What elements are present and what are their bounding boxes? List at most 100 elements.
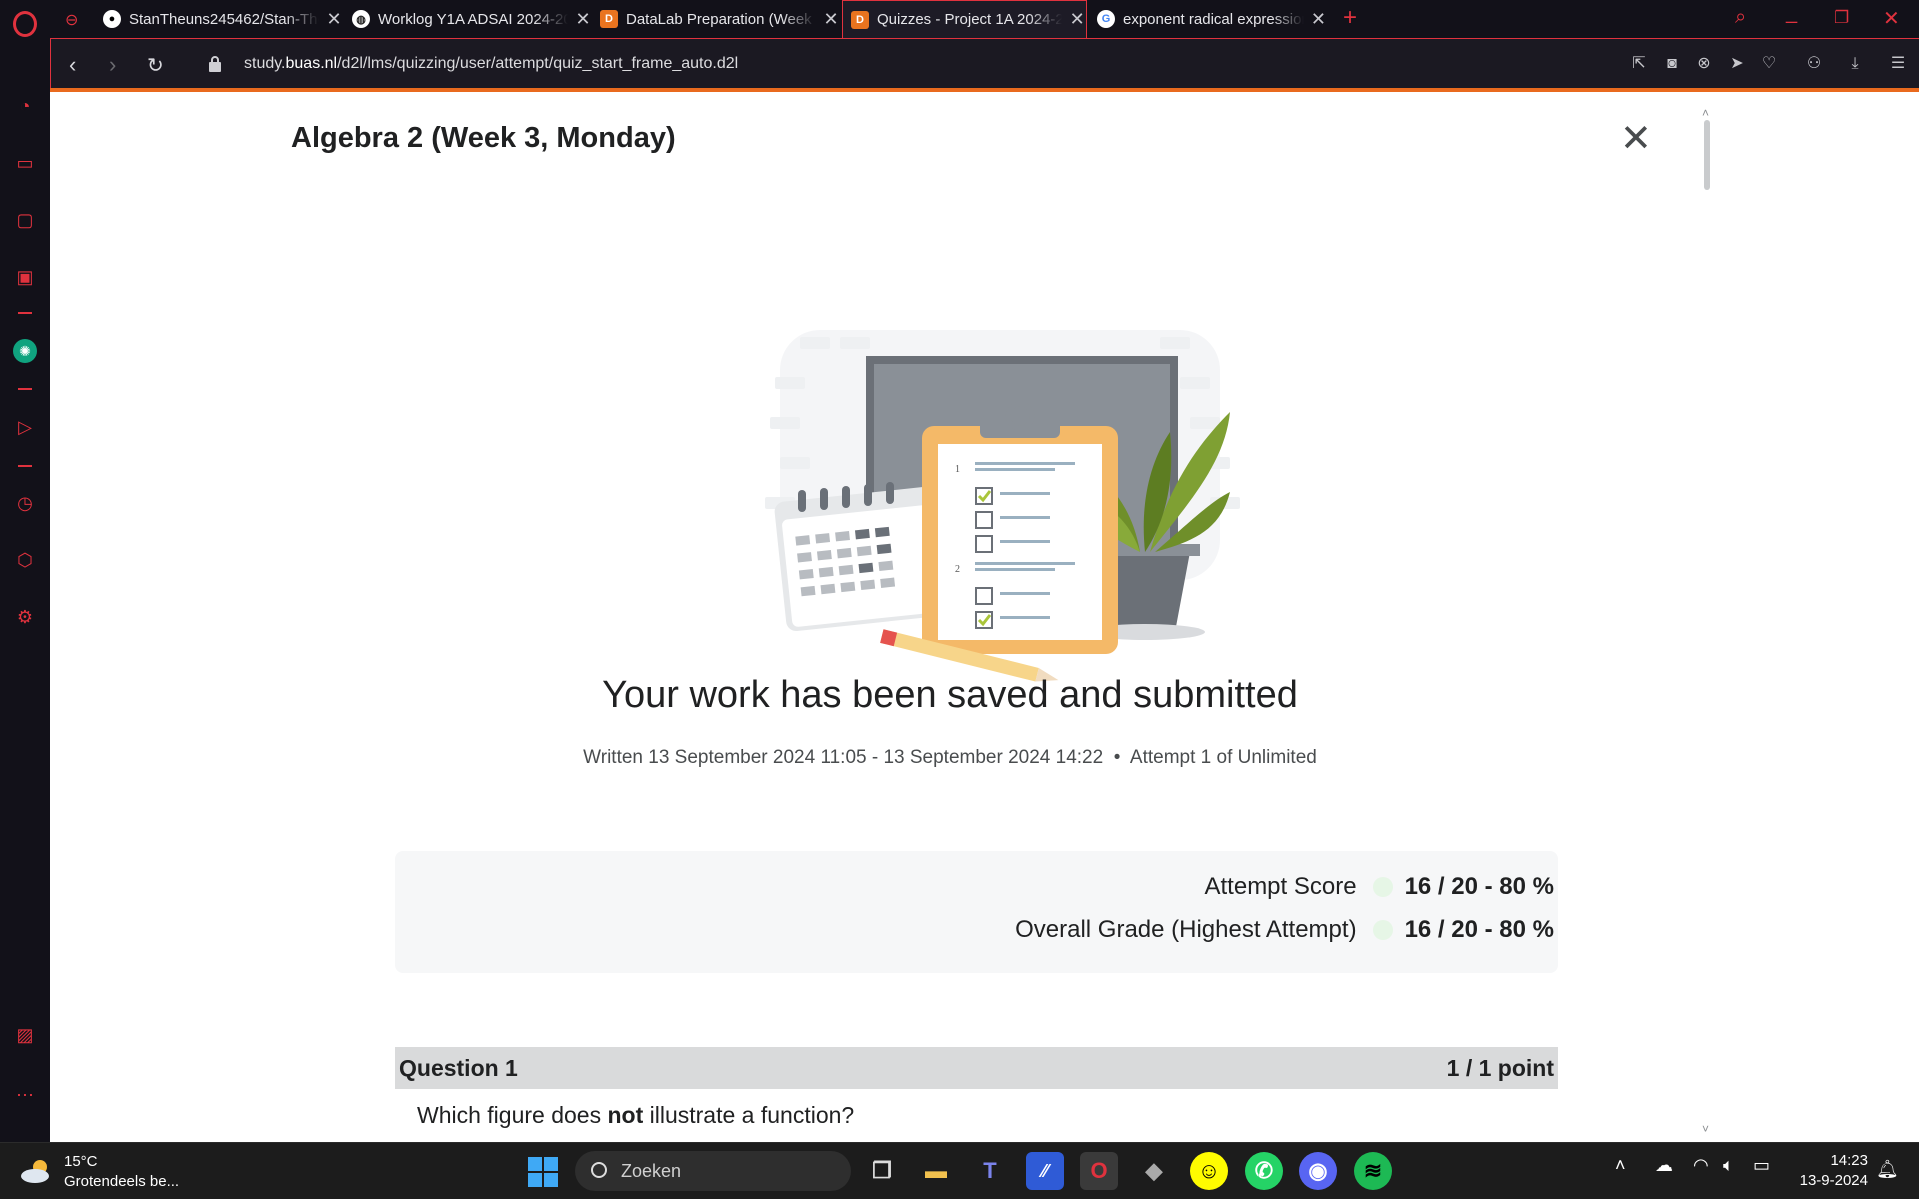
close-window-icon[interactable]: ✕ bbox=[1883, 6, 1900, 31]
history-icon[interactable]: ◷ bbox=[13, 491, 37, 515]
weather-description: Grotendeels be... bbox=[64, 1173, 180, 1190]
score-indicator-dot bbox=[1372, 877, 1393, 897]
opera-taskbar-icon[interactable]: O bbox=[1080, 1152, 1118, 1190]
scroll-up-icon[interactable]: ˄ bbox=[1702, 106, 1709, 120]
sidebar: ◔ ▭ ▢ ▣ ✺ ▷ ◷ ⬡ ⚙ ▨ ⋯ bbox=[0, 38, 50, 1142]
clock[interactable]: 14:23 13-9-2024 bbox=[1790, 1151, 1868, 1191]
close-icon[interactable]: ✕ bbox=[1620, 120, 1652, 158]
taskbar-search[interactable]: Zoeken bbox=[575, 1151, 851, 1191]
cpu-icon[interactable]: ▣ bbox=[13, 265, 37, 289]
tab-worklog[interactable]: ◍ Worklog Y1A ADSAI 2024-2025 ✕ bbox=[352, 0, 592, 38]
score-indicator-dot bbox=[1372, 920, 1393, 940]
speed-dial-icon[interactable]: ◔ bbox=[13, 94, 37, 118]
saved-message: Your work has been saved and submitted bbox=[602, 674, 1298, 716]
download-icon[interactable]: ⤓ bbox=[1846, 55, 1864, 73]
close-icon[interactable]: ✕ bbox=[822, 9, 840, 30]
vscode-icon[interactable]: ⁄⁄ bbox=[1026, 1152, 1064, 1190]
heart-icon[interactable]: ♡ bbox=[1760, 55, 1778, 73]
back-icon[interactable]: ‹ bbox=[69, 52, 76, 78]
weather-cloud-sun-icon bbox=[21, 1160, 49, 1183]
scrollbar-thumb[interactable] bbox=[1704, 120, 1710, 190]
chatgpt-icon[interactable]: ✺ bbox=[13, 339, 37, 363]
url-field[interactable]: study.buas.nl/d2l/lms/quizzing/user/atte… bbox=[244, 55, 738, 73]
tab-github[interactable]: ● StanTheuns245462/Stan-Theuns ✕ bbox=[103, 0, 343, 38]
new-tab-plus-icon[interactable]: + bbox=[1343, 4, 1357, 32]
notification-bell-icon[interactable]: 🔔︎ bbox=[1876, 1159, 1899, 1180]
minimize-icon[interactable]: _ bbox=[1786, 2, 1797, 25]
adblock-icon[interactable]: ⊗ bbox=[1695, 55, 1713, 73]
settings-sliders-icon[interactable]: ☰ bbox=[1889, 55, 1907, 73]
overall-grade-label: Overall Grade (Highest Attempt) bbox=[1015, 916, 1357, 943]
close-icon[interactable]: ✕ bbox=[574, 9, 592, 30]
d2l-icon: D bbox=[600, 10, 618, 28]
opera-logo-icon[interactable] bbox=[13, 11, 37, 37]
discord-icon[interactable]: ◉ bbox=[1299, 1152, 1337, 1190]
url-domain: buas.nl bbox=[285, 55, 338, 72]
question-header: Question 1 1 / 1 point bbox=[395, 1047, 1558, 1089]
question-text: Which figure does not illustrate a funct… bbox=[417, 1102, 854, 1129]
send-icon[interactable]: ➤ bbox=[1728, 55, 1746, 73]
windows-taskbar: 15°C Grotendeels be... Zoeken ❐ ▬ T ⁄⁄ O … bbox=[0, 1142, 1919, 1199]
tab-bar: ⊖ ● StanTheuns245462/Stan-Theuns ✕ ◍ Wor… bbox=[0, 0, 1919, 38]
attempt-score-row: Attempt Score 16 / 20 - 80 % bbox=[1205, 873, 1555, 901]
question-points: 1 / 1 point bbox=[1446, 1054, 1554, 1081]
question-label: Question 1 bbox=[399, 1054, 518, 1081]
tab-datalab[interactable]: D DataLab Preparation (Week 3) ✕ bbox=[600, 0, 840, 38]
camera-icon[interactable]: ◙ bbox=[1663, 55, 1681, 73]
tab-label: DataLab Preparation (Week 3) bbox=[626, 10, 816, 28]
extensions-cube-icon[interactable]: ⬡ bbox=[13, 548, 37, 572]
question-text-part: Which figure does bbox=[417, 1102, 608, 1128]
quiz-submitted-illustration: 1 2 bbox=[765, 330, 1240, 682]
search-tabs-icon[interactable]: ⌕ bbox=[1735, 6, 1746, 29]
sidebar-divider bbox=[18, 465, 32, 467]
wallet-icon[interactable]: ▭ bbox=[13, 151, 37, 175]
scroll-down-icon[interactable]: ˅ bbox=[1702, 1122, 1709, 1136]
unity-icon[interactable]: ◆ bbox=[1135, 1152, 1173, 1190]
clipboard: 1 2 bbox=[922, 401, 1118, 654]
separator-dot: • bbox=[1103, 747, 1130, 768]
sidebar-divider bbox=[18, 388, 32, 390]
wifi-icon[interactable]: ◠ bbox=[1693, 1155, 1709, 1176]
tab-quizzes[interactable]: D Quizzes - Project 1A 2024-2025 ✕ bbox=[842, 0, 1087, 38]
lock-icon[interactable] bbox=[209, 56, 221, 72]
restore-icon[interactable]: ❐ bbox=[1834, 8, 1849, 28]
tab-google[interactable]: G exponent radical expressions ✕ bbox=[1097, 0, 1327, 38]
close-icon[interactable]: ✕ bbox=[325, 9, 343, 30]
gamepad-icon[interactable]: ⊖ bbox=[65, 10, 78, 30]
close-icon[interactable]: ✕ bbox=[1310, 9, 1327, 30]
tab-label: Quizzes - Project 1A 2024-2025 bbox=[877, 11, 1063, 28]
attempt-details: Written 13 September 2024 11:05 - 13 Sep… bbox=[50, 747, 1850, 769]
search-icon bbox=[591, 1162, 607, 1178]
spotify-icon[interactable]: ≋ bbox=[1354, 1152, 1392, 1190]
attempt-score-label: Attempt Score bbox=[1204, 873, 1357, 900]
reload-icon[interactable]: ↻ bbox=[147, 53, 164, 78]
overall-grade-row: Overall Grade (Highest Attempt) 16 / 20 … bbox=[1015, 916, 1554, 944]
wallpaper-icon[interactable]: ▨ bbox=[13, 1023, 37, 1047]
close-icon[interactable]: ✕ bbox=[1068, 9, 1086, 30]
globe-icon: ◍ bbox=[352, 10, 370, 28]
more-icon[interactable]: ⋯ bbox=[13, 1083, 37, 1107]
page-content: Algebra 2 (Week 3, Monday) ✕ ˄ ˅ 1 2 You… bbox=[50, 92, 1919, 1142]
settings-gear-icon[interactable]: ⚙ bbox=[13, 605, 37, 629]
onedrive-icon[interactable]: ☁ bbox=[1655, 1155, 1673, 1176]
question-text-part: illustrate a function? bbox=[643, 1102, 855, 1128]
url-prefix: study. bbox=[244, 55, 286, 72]
url-path: /d2l/lms/quizzing/user/attempt/quiz_star… bbox=[337, 55, 739, 72]
whatsapp-icon[interactable]: ✆ bbox=[1245, 1152, 1283, 1190]
snapchat-icon[interactable]: ☺ bbox=[1190, 1152, 1228, 1190]
teams-icon[interactable]: T bbox=[971, 1152, 1009, 1190]
file-explorer-icon[interactable]: ▬ bbox=[917, 1152, 955, 1190]
forward-icon[interactable]: › bbox=[109, 52, 116, 78]
start-button[interactable] bbox=[528, 1157, 558, 1187]
battery-icon[interactable]: ▭ bbox=[1753, 1155, 1770, 1176]
player-icon[interactable]: ▷ bbox=[13, 415, 37, 439]
twitch-icon[interactable]: ▢ bbox=[13, 208, 37, 232]
profile-icon[interactable]: ⚇ bbox=[1805, 55, 1823, 73]
google-icon: G bbox=[1097, 10, 1115, 28]
tray-chevron-icon[interactable]: ˄ bbox=[1615, 1155, 1626, 1176]
attempt-info: Attempt 1 of Unlimited bbox=[1129, 747, 1317, 768]
windows-logo-icon bbox=[528, 1157, 558, 1187]
task-view-icon[interactable]: ❐ bbox=[863, 1152, 901, 1190]
share-icon[interactable]: ⇱ bbox=[1630, 55, 1648, 73]
volume-icon[interactable]: 🔈︎ bbox=[1723, 1155, 1734, 1176]
